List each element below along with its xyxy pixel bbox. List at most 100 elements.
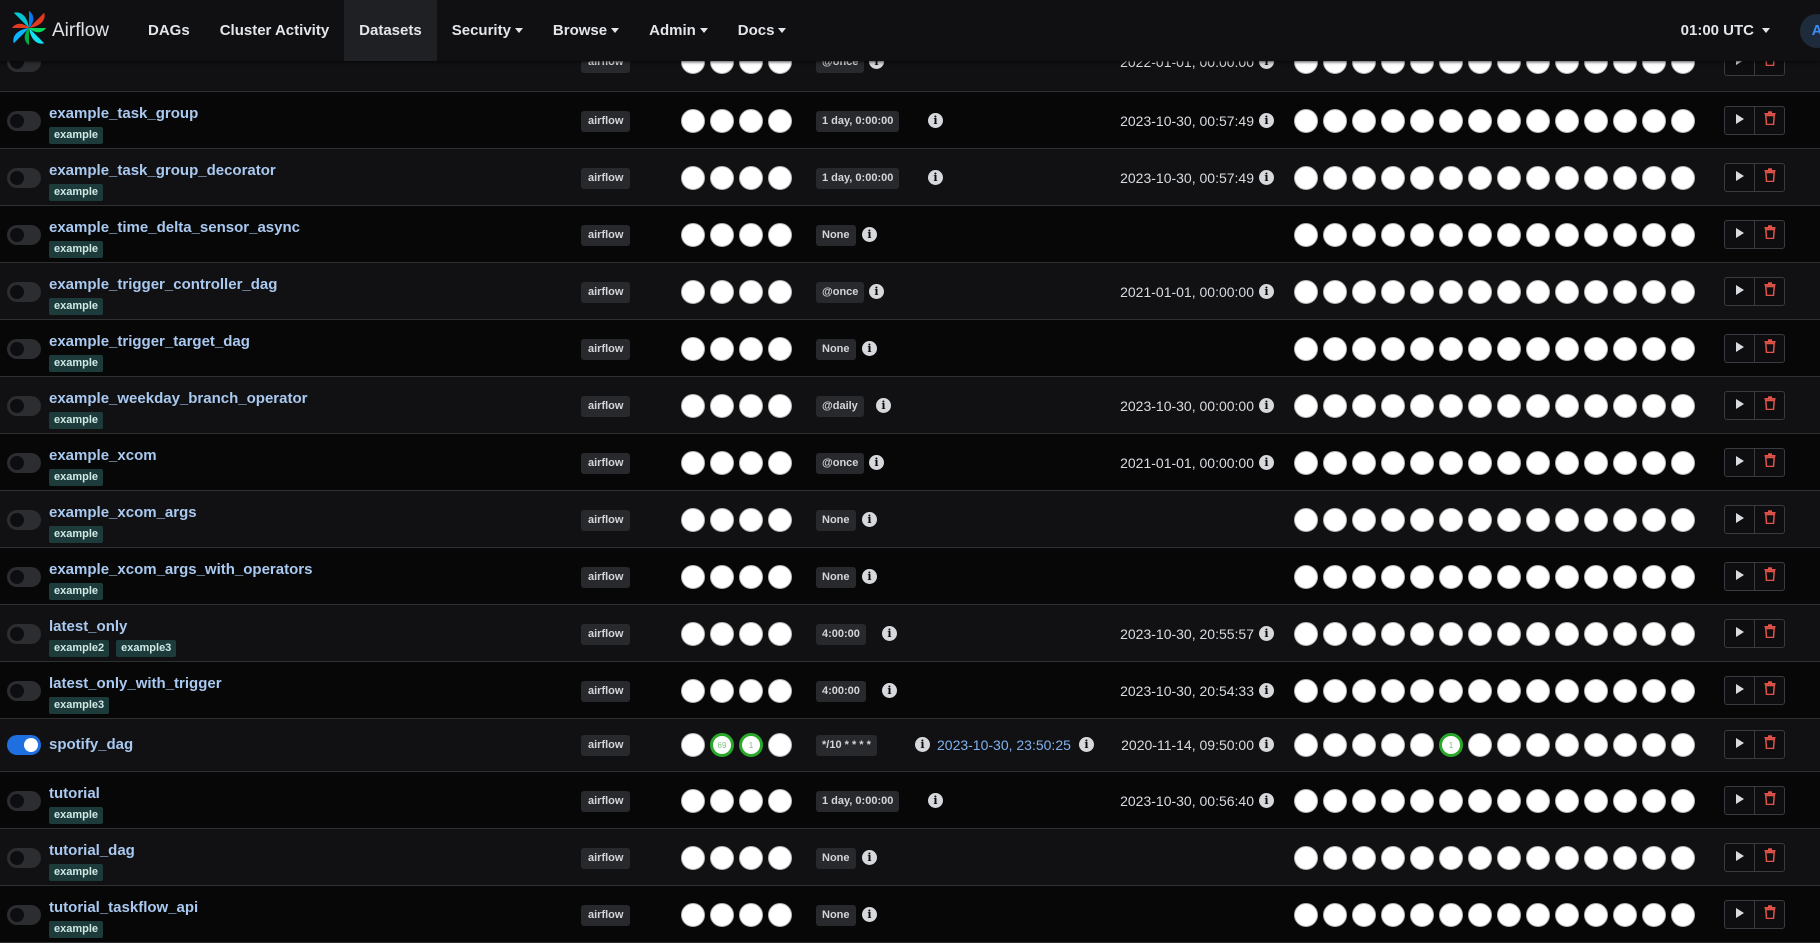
task-status-circle[interactable] xyxy=(1642,337,1666,361)
run-status-circle[interactable] xyxy=(768,903,792,927)
run-status-circle[interactable] xyxy=(681,451,705,475)
trigger-dag-button[interactable] xyxy=(1724,900,1755,929)
trigger-dag-button[interactable] xyxy=(1724,220,1755,249)
task-status-circle[interactable] xyxy=(1555,733,1579,757)
run-status-circle[interactable]: 1 xyxy=(739,733,763,757)
delete-dag-button[interactable] xyxy=(1754,277,1785,306)
task-status-circle[interactable] xyxy=(1613,166,1637,190)
run-status-circle[interactable] xyxy=(681,733,705,757)
task-status-circle[interactable] xyxy=(1323,679,1347,703)
task-status-circle[interactable] xyxy=(1410,622,1434,646)
run-status-circle[interactable] xyxy=(768,622,792,646)
task-status-circle[interactable] xyxy=(1381,109,1405,133)
task-status-circle[interactable] xyxy=(1613,109,1637,133)
task-status-circle[interactable] xyxy=(1584,508,1608,532)
delete-dag-button[interactable] xyxy=(1754,843,1785,872)
tag-badge[interactable]: example xyxy=(49,241,104,258)
task-status-circle[interactable] xyxy=(1323,733,1347,757)
task-status-circle[interactable] xyxy=(1642,394,1666,418)
task-status-circle[interactable] xyxy=(1584,565,1608,589)
next-run-info-icon[interactable]: i xyxy=(1259,793,1274,808)
task-status-circle[interactable] xyxy=(1381,166,1405,190)
dag-name-link[interactable]: example_weekday_branch_operator xyxy=(49,390,307,407)
owner-badge[interactable]: airflow xyxy=(581,225,631,246)
run-status-circle[interactable] xyxy=(768,223,792,247)
owner-badge[interactable]: airflow xyxy=(581,905,631,926)
task-status-circle[interactable] xyxy=(1352,223,1376,247)
tag-badge[interactable]: example xyxy=(49,583,104,600)
task-status-circle[interactable] xyxy=(1642,508,1666,532)
owner-badge[interactable]: airflow xyxy=(581,453,631,474)
run-status-circle[interactable] xyxy=(768,280,792,304)
delete-dag-button[interactable] xyxy=(1754,220,1785,249)
trigger-dag-button[interactable] xyxy=(1724,562,1755,591)
nav-admin[interactable]: Admin xyxy=(634,0,723,61)
task-status-circle[interactable] xyxy=(1381,280,1405,304)
run-status-circle[interactable] xyxy=(710,565,734,589)
task-status-circle[interactable] xyxy=(1294,679,1318,703)
task-status-circle[interactable] xyxy=(1468,166,1492,190)
task-status-circle[interactable] xyxy=(1410,109,1434,133)
task-status-circle[interactable] xyxy=(1613,565,1637,589)
dag-name-link[interactable]: tutorial_taskflow_api xyxy=(49,899,198,916)
task-status-circle[interactable] xyxy=(1439,903,1463,927)
task-status-circle[interactable] xyxy=(1381,337,1405,361)
task-status-circle[interactable] xyxy=(1323,846,1347,870)
task-status-circle[interactable] xyxy=(1671,679,1695,703)
task-status-circle[interactable] xyxy=(1584,394,1608,418)
task-status-circle[interactable] xyxy=(1352,733,1376,757)
dag-name-link[interactable]: example_task_group xyxy=(49,105,198,122)
task-status-circle[interactable] xyxy=(1381,451,1405,475)
run-status-circle[interactable] xyxy=(739,903,763,927)
task-status-circle[interactable] xyxy=(1381,789,1405,813)
owner-badge[interactable]: airflow xyxy=(581,848,631,869)
run-status-circle[interactable] xyxy=(710,394,734,418)
owner-badge[interactable]: airflow xyxy=(581,681,631,702)
delete-dag-button[interactable] xyxy=(1754,676,1785,705)
dag-pause-toggle[interactable] xyxy=(7,510,41,530)
task-status-circle[interactable] xyxy=(1526,622,1550,646)
run-status-circle[interactable] xyxy=(710,166,734,190)
task-status-circle[interactable] xyxy=(1381,679,1405,703)
run-status-circle[interactable] xyxy=(768,846,792,870)
schedule-info-icon[interactable]: i xyxy=(876,398,891,413)
task-status-circle[interactable] xyxy=(1439,394,1463,418)
next-run-info-icon[interactable]: i xyxy=(1259,683,1274,698)
run-status-circle[interactable] xyxy=(710,109,734,133)
run-status-circle[interactable] xyxy=(739,679,763,703)
tag-badge[interactable]: example xyxy=(49,469,104,486)
task-status-circle[interactable] xyxy=(1410,394,1434,418)
tag-badge[interactable]: example xyxy=(49,184,104,201)
task-status-circle[interactable] xyxy=(1642,109,1666,133)
task-status-circle[interactable] xyxy=(1410,508,1434,532)
run-status-circle[interactable] xyxy=(681,846,705,870)
delete-dag-button[interactable] xyxy=(1754,163,1785,192)
task-status-circle[interactable] xyxy=(1584,903,1608,927)
task-status-circle[interactable] xyxy=(1294,565,1318,589)
dag-name-link[interactable]: latest_only_with_trigger xyxy=(49,675,222,692)
run-status-circle[interactable] xyxy=(710,622,734,646)
task-status-circle[interactable] xyxy=(1526,223,1550,247)
task-status-circle[interactable] xyxy=(1613,679,1637,703)
task-status-circle[interactable] xyxy=(1323,337,1347,361)
run-status-circle[interactable] xyxy=(681,565,705,589)
task-status-circle[interactable] xyxy=(1497,166,1521,190)
task-status-circle[interactable] xyxy=(1642,223,1666,247)
task-status-circle[interactable] xyxy=(1526,679,1550,703)
task-status-circle[interactable] xyxy=(1526,903,1550,927)
dag-name-link[interactable]: example_task_group_decorator xyxy=(49,162,276,179)
dag-pause-toggle[interactable] xyxy=(7,111,41,131)
task-status-circle[interactable] xyxy=(1526,733,1550,757)
task-status-circle[interactable] xyxy=(1352,846,1376,870)
task-status-circle[interactable] xyxy=(1613,223,1637,247)
run-status-circle[interactable] xyxy=(768,733,792,757)
run-status-circle[interactable] xyxy=(681,109,705,133)
task-status-circle[interactable] xyxy=(1468,622,1492,646)
dag-name-link[interactable]: example_xcom_args_with_operators xyxy=(49,561,312,578)
trigger-dag-button[interactable] xyxy=(1724,843,1755,872)
tag-badge[interactable]: example2 xyxy=(49,640,110,657)
task-status-circle[interactable] xyxy=(1671,565,1695,589)
schedule-info-icon[interactable]: i xyxy=(862,569,877,584)
run-status-circle[interactable] xyxy=(768,679,792,703)
task-status-circle[interactable] xyxy=(1468,679,1492,703)
